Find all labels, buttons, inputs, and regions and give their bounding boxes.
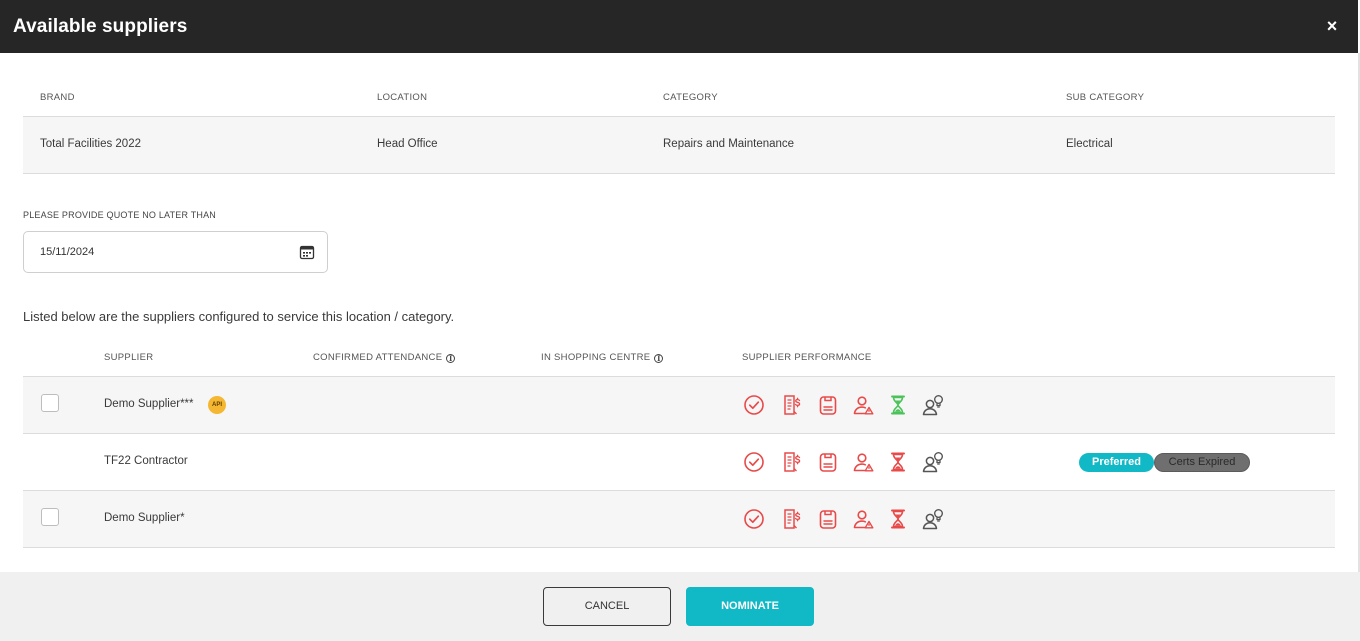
quote-date-value: 15/11/2024 (40, 246, 95, 258)
modal-title: Available suppliers (13, 16, 188, 37)
hourglass-icon[interactable] (886, 507, 910, 531)
preferred-badge: Preferred (1079, 453, 1154, 472)
supplier-name: Demo Supplier*** (104, 398, 194, 410)
check-circle-icon[interactable] (742, 507, 766, 531)
invoice-dollar-icon[interactable] (780, 393, 804, 417)
quote-deadline-label: PLEASE PROVIDE QUOTE NO LATER THAN (23, 210, 217, 220)
confirmed-attendance-header: CONFIRMED ATTENDANCE i (313, 352, 456, 363)
request-info-row: Total Facilities 2022 Head Office Repair… (23, 117, 1335, 174)
supplier-name: TF22 Contractor (104, 455, 188, 467)
supplier-header: SUPPLIER (104, 352, 154, 363)
in-shopping-centre-header: IN SHOPPING CENTRE i (541, 352, 664, 363)
supplier-row[interactable]: Demo Supplier* (23, 491, 1335, 548)
supplier-checkbox[interactable] (41, 508, 59, 526)
quote-date-input[interactable]: 15/11/2024 (23, 231, 328, 273)
info-icon[interactable]: i (654, 354, 664, 363)
request-info-header: BRAND LOCATION CATEGORY SUB CATEGORY (23, 75, 1335, 117)
supplier-row[interactable]: TF22 Contractor Preferred Certs Expired (23, 434, 1335, 491)
location-value: Head Office (377, 138, 438, 150)
supplier-table: SUPPLIER CONFIRMED ATTENDANCE i IN SHOPPI… (23, 340, 1335, 548)
person-alert-icon[interactable] (851, 393, 875, 417)
modal-header: Available suppliers × (0, 0, 1358, 53)
category-header: CATEGORY (663, 92, 718, 103)
person-lightbulb-icon[interactable] (921, 393, 945, 417)
sub-category-header: SUB CATEGORY (1066, 92, 1145, 103)
api-badge: API (208, 396, 226, 414)
invoice-dollar-icon[interactable] (780, 450, 804, 474)
category-value: Repairs and Maintenance (663, 138, 795, 150)
person-lightbulb-icon[interactable] (921, 450, 945, 474)
person-alert-icon[interactable] (851, 507, 875, 531)
certs-expired-badge: Certs Expired (1154, 453, 1250, 472)
invoice-dollar-icon[interactable] (780, 507, 804, 531)
supplier-row[interactable]: Demo Supplier*** API (23, 377, 1335, 434)
clipboard-icon[interactable] (816, 393, 840, 417)
confirmed-attendance-header-label: CONFIRMED ATTENDANCE (313, 352, 443, 363)
clipboard-icon[interactable] (816, 507, 840, 531)
modal-footer: CANCEL NOMINATE (0, 572, 1360, 641)
hourglass-icon[interactable] (886, 450, 910, 474)
check-circle-icon[interactable] (742, 393, 766, 417)
calendar-icon[interactable] (299, 244, 315, 260)
info-icon[interactable]: i (446, 354, 456, 363)
cancel-button[interactable]: CANCEL (543, 587, 671, 626)
request-info-table: BRAND LOCATION CATEGORY SUB CATEGORY Tot… (23, 75, 1335, 174)
supplier-checkbox[interactable] (41, 394, 59, 412)
brand-header: BRAND (40, 92, 75, 103)
in-shopping-centre-header-label: IN SHOPPING CENTRE (541, 352, 651, 363)
person-lightbulb-icon[interactable] (921, 507, 945, 531)
nominate-button[interactable]: NOMINATE (686, 587, 814, 626)
check-circle-icon[interactable] (742, 450, 766, 474)
sub-category-value: Electrical (1066, 138, 1113, 150)
close-button[interactable]: × (1322, 15, 1342, 37)
supplier-table-header: SUPPLIER CONFIRMED ATTENDANCE i IN SHOPPI… (23, 340, 1335, 377)
location-header: LOCATION (377, 92, 428, 103)
suppliers-intro-text: Listed below are the suppliers configure… (23, 309, 455, 324)
supplier-name: Demo Supplier* (104, 512, 185, 524)
supplier-performance-header: SUPPLIER PERFORMANCE (742, 352, 872, 363)
brand-value: Total Facilities 2022 (40, 138, 141, 150)
person-alert-icon[interactable] (851, 450, 875, 474)
clipboard-icon[interactable] (816, 450, 840, 474)
hourglass-icon[interactable] (886, 393, 910, 417)
